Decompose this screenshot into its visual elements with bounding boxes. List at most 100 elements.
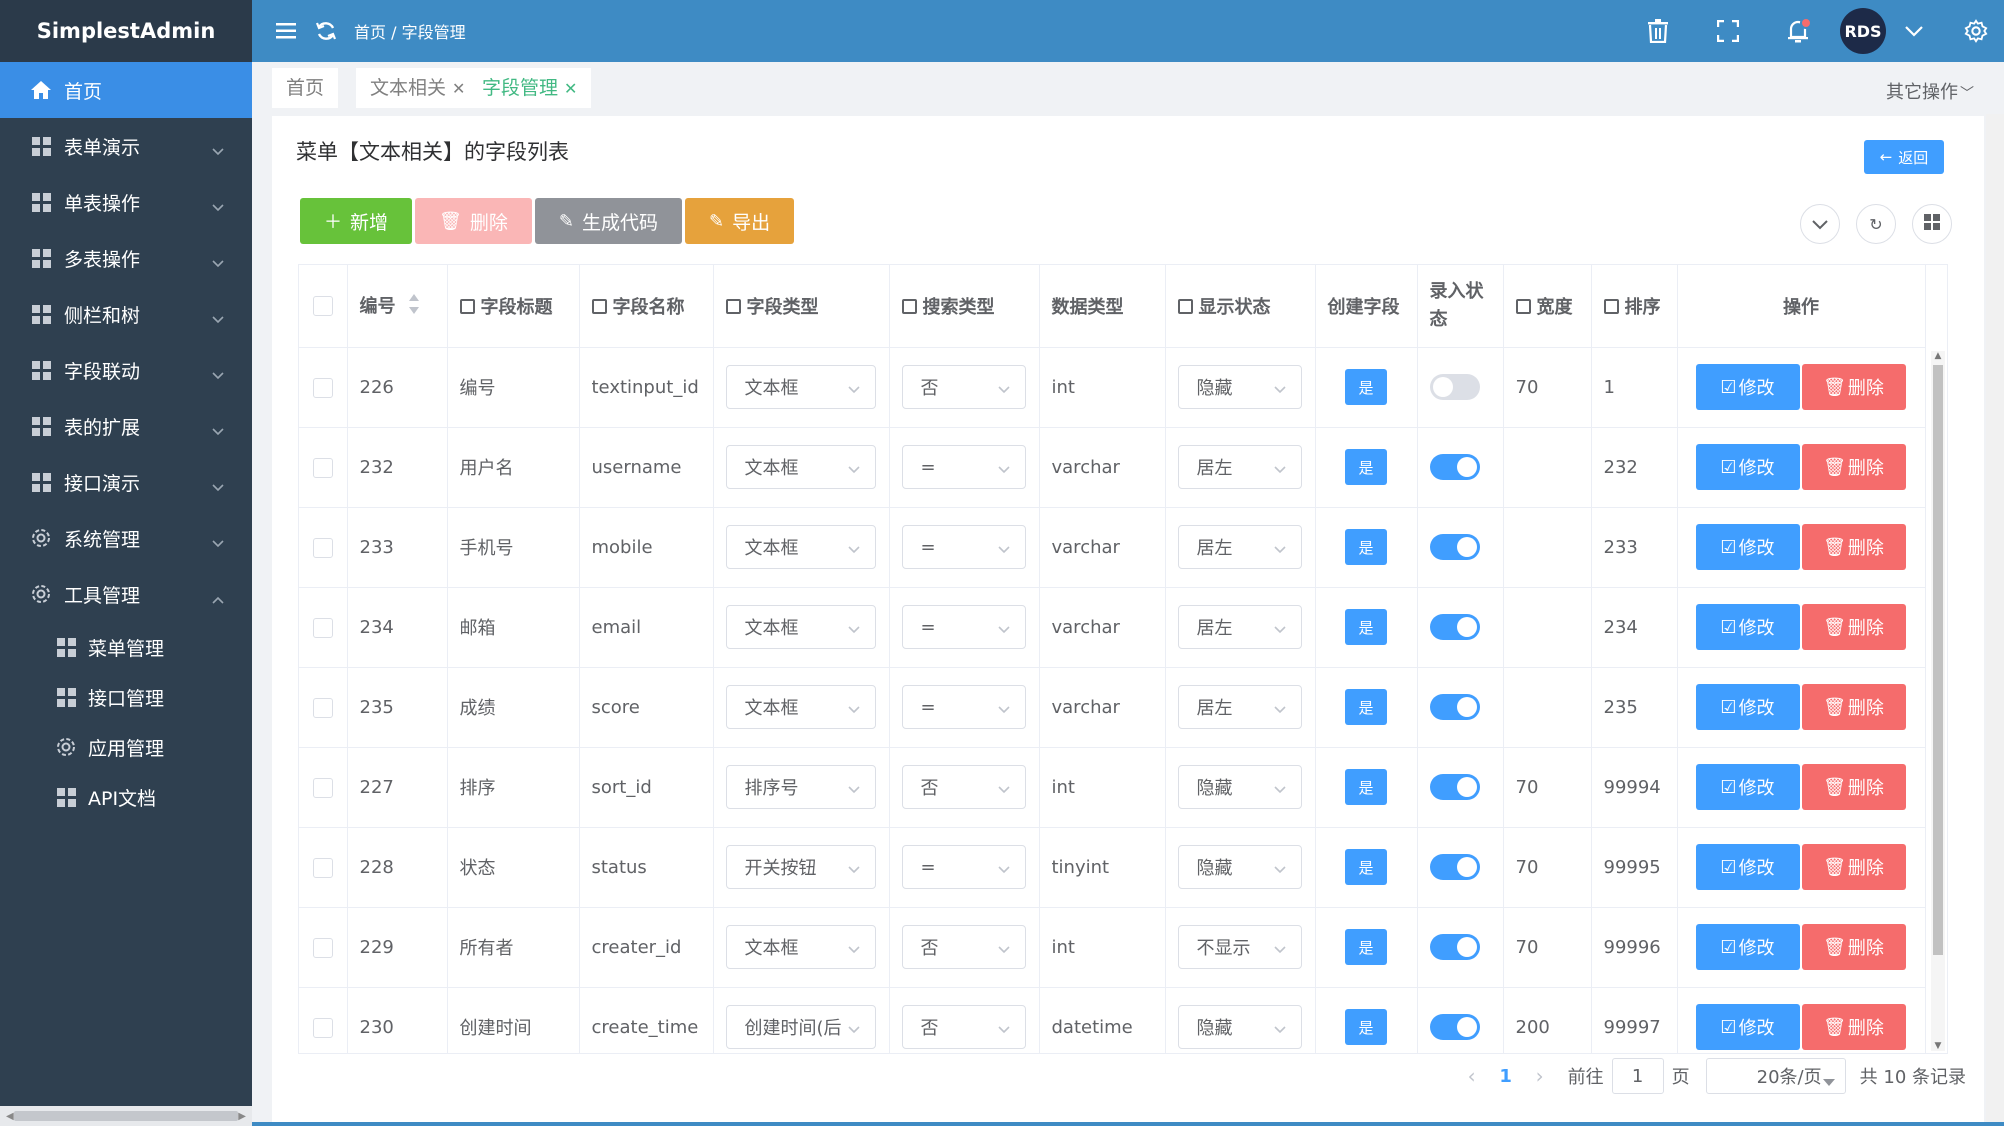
row-checkbox[interactable] xyxy=(312,377,333,398)
search-type-select[interactable]: 否 xyxy=(901,925,1026,969)
table-v-scrollbar[interactable]: ▲ ▼ xyxy=(1931,351,1945,1051)
generate-code-button[interactable]: ✎ 生成代码 xyxy=(534,198,682,244)
fullscreen-icon[interactable] xyxy=(1716,19,1740,43)
entry-status-toggle[interactable] xyxy=(1429,1014,1480,1040)
sort-icon[interactable] xyxy=(408,293,420,320)
delete-button[interactable]: 🗑 删除 xyxy=(415,198,532,244)
menu-toggle-icon[interactable] xyxy=(274,19,298,43)
col-id[interactable]: 编号 xyxy=(347,265,448,348)
scroll-thumb[interactable] xyxy=(1933,365,1943,955)
edit-button[interactable]: ☑ 修改 xyxy=(1695,1004,1800,1050)
search-type-select[interactable]: = xyxy=(901,845,1026,889)
entry-status-toggle[interactable] xyxy=(1429,774,1480,800)
scroll-down-icon[interactable]: ▼ xyxy=(1933,1041,1943,1051)
display-status-select[interactable]: 隐藏 xyxy=(1177,365,1302,409)
column-settings-button[interactable] xyxy=(1912,204,1952,244)
export-button[interactable]: ✎ 导出 xyxy=(685,198,795,244)
create-field-button[interactable]: 是 xyxy=(1345,929,1387,965)
delete-row-button[interactable]: 🗑 删除 xyxy=(1801,844,1906,890)
field-type-select[interactable]: 文本框 xyxy=(725,445,876,489)
delete-row-button[interactable]: 🗑 删除 xyxy=(1801,444,1906,490)
field-type-select[interactable]: 文本框 xyxy=(725,605,876,649)
create-field-button[interactable]: 是 xyxy=(1345,689,1387,725)
sidebar-item[interactable]: 首页 xyxy=(0,62,252,118)
entry-status-toggle[interactable] xyxy=(1429,454,1480,480)
entry-status-toggle[interactable] xyxy=(1429,694,1480,720)
search-type-select[interactable]: = xyxy=(901,685,1026,729)
close-icon[interactable]: ✕ xyxy=(564,79,577,98)
sidebar-subitem[interactable]: 应用管理 xyxy=(0,722,252,772)
other-operations-dropdown[interactable]: 其它操作 ﹀ xyxy=(1886,78,1974,104)
search-type-select[interactable]: = xyxy=(901,525,1026,569)
trash-icon[interactable] xyxy=(1646,19,1670,43)
sidebar-item[interactable]: 工具管理 xyxy=(0,566,252,622)
scroll-thumb[interactable] xyxy=(14,1111,238,1121)
display-status-select[interactable]: 居左 xyxy=(1177,525,1302,569)
breadcrumb[interactable]: 首页 / 字段管理 xyxy=(354,19,466,43)
row-checkbox[interactable] xyxy=(312,697,333,718)
avatar[interactable]: RDS xyxy=(1840,8,1886,54)
delete-row-button[interactable]: 🗑 删除 xyxy=(1801,604,1906,650)
delete-row-button[interactable]: 🗑 删除 xyxy=(1801,524,1906,570)
create-field-button[interactable]: 是 xyxy=(1345,369,1387,405)
create-field-button[interactable]: 是 xyxy=(1345,849,1387,885)
delete-row-button[interactable]: 🗑 删除 xyxy=(1801,764,1906,810)
entry-status-toggle[interactable] xyxy=(1429,934,1480,960)
create-field-button[interactable]: 是 xyxy=(1345,1009,1387,1045)
settings-icon[interactable] xyxy=(1964,19,1988,43)
edit-button[interactable]: ☑ 修改 xyxy=(1695,444,1800,490)
display-status-select[interactable]: 居左 xyxy=(1177,685,1302,729)
row-checkbox[interactable] xyxy=(312,857,333,878)
page-v-scrollbar[interactable] xyxy=(1986,114,2004,1126)
edit-button[interactable]: ☑ 修改 xyxy=(1695,524,1800,570)
row-checkbox[interactable] xyxy=(312,777,333,798)
row-checkbox[interactable] xyxy=(312,457,333,478)
add-button[interactable]: ＋ 新增 xyxy=(300,198,413,244)
field-type-select[interactable]: 文本框 xyxy=(725,525,876,569)
close-icon[interactable]: ✕ xyxy=(452,79,465,98)
row-checkbox[interactable] xyxy=(312,617,333,638)
row-checkbox[interactable] xyxy=(312,537,333,558)
sidebar-subitem[interactable]: 接口管理 xyxy=(0,672,252,722)
edit-button[interactable]: ☑ 修改 xyxy=(1695,764,1800,810)
edit-button[interactable]: ☑ 修改 xyxy=(1695,844,1800,890)
display-status-select[interactable]: 不显示 xyxy=(1177,925,1302,969)
delete-row-button[interactable]: 🗑 删除 xyxy=(1801,924,1906,970)
scroll-right-icon[interactable]: ▶ xyxy=(238,1111,246,1122)
entry-status-toggle[interactable] xyxy=(1429,614,1480,640)
delete-row-button[interactable]: 🗑 删除 xyxy=(1801,364,1906,410)
field-type-select[interactable]: 文本框 xyxy=(725,685,876,729)
display-status-select[interactable]: 隐藏 xyxy=(1177,1005,1302,1049)
scroll-up-icon[interactable]: ▲ xyxy=(1933,351,1943,361)
delete-row-button[interactable]: 🗑 删除 xyxy=(1801,684,1906,730)
display-status-select[interactable]: 居左 xyxy=(1177,605,1302,649)
entry-status-toggle[interactable] xyxy=(1429,534,1480,560)
scroll-left-icon[interactable]: ◀ xyxy=(6,1111,14,1122)
select-all-checkbox[interactable] xyxy=(312,296,333,317)
sidebar-item[interactable]: 表单演示 xyxy=(0,118,252,174)
refresh-icon[interactable] xyxy=(314,19,338,43)
row-checkbox[interactable] xyxy=(312,937,333,958)
bell-icon[interactable] xyxy=(1786,17,1812,43)
goto-page-input[interactable]: 1 xyxy=(1611,1058,1664,1094)
chevron-down-icon[interactable] xyxy=(1902,19,1926,43)
edit-button[interactable]: ☑ 修改 xyxy=(1695,604,1800,650)
next-page-icon[interactable]: › xyxy=(1526,1064,1554,1088)
create-field-button[interactable]: 是 xyxy=(1345,529,1387,565)
sidebar-item[interactable]: 字段联动 xyxy=(0,342,252,398)
field-type-select[interactable]: 文本框 xyxy=(725,925,876,969)
page-number[interactable]: 1 xyxy=(1486,1066,1526,1087)
edit-button[interactable]: ☑ 修改 xyxy=(1695,364,1800,410)
sidebar-subitem[interactable]: API文档 xyxy=(0,772,252,822)
sidebar-item[interactable]: 接口演示 xyxy=(0,454,252,510)
tab-home[interactable]: 首页 xyxy=(272,68,339,108)
edit-button[interactable]: ☑ 修改 xyxy=(1695,684,1800,730)
sidebar-item[interactable]: 表的扩展 xyxy=(0,398,252,454)
field-type-select[interactable]: 创建时间(后 xyxy=(725,1005,876,1049)
prev-page-icon[interactable]: ‹ xyxy=(1458,1064,1486,1088)
sidebar-subitem[interactable]: 菜单管理 xyxy=(0,622,252,672)
create-field-button[interactable]: 是 xyxy=(1345,769,1387,805)
search-type-select[interactable]: 否 xyxy=(901,765,1026,809)
field-type-select[interactable]: 文本框 xyxy=(725,365,876,409)
refresh-table-button[interactable]: ↻ xyxy=(1856,204,1896,244)
